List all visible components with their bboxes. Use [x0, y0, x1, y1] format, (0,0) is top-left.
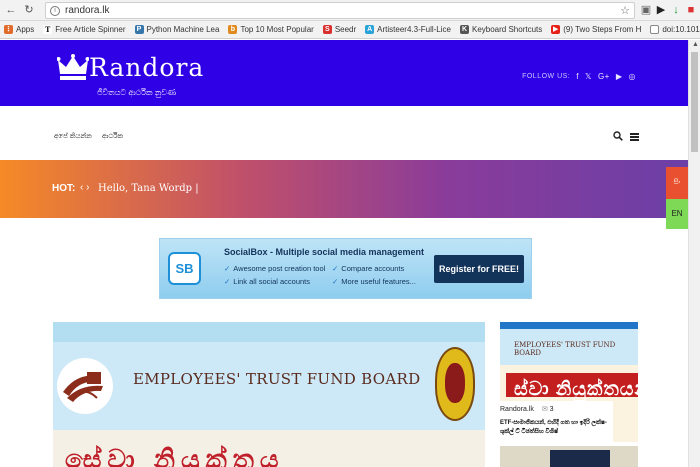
etf-board-title: EMPLOYEES' TRUST FUND BOARD [133, 370, 421, 388]
bookmark-youtube[interactable]: ▶ (9) Two Steps From H [551, 25, 641, 34]
side-red-banner: ස්වා නියුක්තයන් [506, 373, 638, 400]
page-icon: K [459, 25, 469, 34]
comment-count: 3 [549, 406, 554, 413]
language-english-button[interactable]: EN [666, 199, 688, 229]
bookmark-label: Keyboard Shortcuts [471, 25, 543, 34]
python-icon: P [134, 25, 144, 34]
featured-post-image[interactable]: EMPLOYEES' TRUST FUND BOARD සේවා නියුක්ත… [53, 322, 485, 467]
t-logo-icon: T [43, 25, 53, 34]
main-menu: අපේ කියන්න ආර්ථික [0, 106, 688, 160]
hamburger-menu-icon[interactable] [630, 133, 639, 141]
comment-icon: ✉ [541, 406, 548, 413]
menu-item-about[interactable]: අපේ කියන්න [54, 133, 92, 141]
ticker-text[interactable]: Hello, Tana Wordp | [98, 183, 199, 194]
facebook-icon[interactable]: f [576, 72, 579, 81]
bookmark-label: Artisteer4.3-Full-Lice [377, 25, 451, 34]
bookmarks-bar: ⋮ Apps T Free Article Spinner P Python Mach… [0, 21, 700, 39]
back-arrow-icon[interactable]: ← [4, 3, 18, 17]
menu-item-economy[interactable]: ආර්ථික [102, 133, 123, 141]
side-post-card[interactable]: Randora.lk ✉ 3 ETF-සාමාජිකයන්, එහිදී ගත … [500, 401, 613, 446]
bookmark-label: Apps [16, 25, 35, 34]
ad-feature: Link all social accounts [224, 277, 310, 286]
feature-board: EMPLOYEES' TRUST FUND BOARD [53, 342, 485, 430]
address-bar[interactable]: i randora.lk ☆ [45, 2, 635, 19]
url-text: randora.lk [65, 5, 110, 16]
bookmark-seedr[interactable]: S Seedr [322, 25, 357, 34]
ad-banner[interactable]: SB SocialBox - Multiple social media man… [159, 238, 532, 299]
site-header: Randora ජීවිතයට ආර්ථික නුවණ FOLLOW US: f… [0, 40, 688, 106]
post-headline[interactable]: ETF-සාමාජිකයන්, එහිදී ගත හා ඉදිරි ලක්ෂ-ශ… [500, 419, 613, 437]
side-image-text: ස්වා නියුක්තයන් [514, 379, 638, 400]
etf-logo-icon [57, 358, 113, 414]
bookmark-label: doi:10.1016/j.eswa.2 [662, 25, 700, 34]
bookmark-star-icon[interactable]: ☆ [620, 4, 630, 17]
side-board: EMPLOYEES' TRUST FUND BOARD [500, 329, 638, 365]
reload-icon[interactable]: ↻ [22, 3, 36, 17]
bookmark-label: Python Machine Lea [146, 25, 220, 34]
logo-text: Randora [89, 53, 205, 82]
side-board-title: EMPLOYEES' TRUST FUND BOARD [514, 341, 616, 357]
bookmark-label: Top 10 Most Popular [240, 25, 314, 34]
site-logo[interactable]: Randora [57, 53, 204, 82]
page-scrollbar[interactable]: ▲ [688, 40, 700, 467]
document-icon [650, 25, 660, 34]
scroll-up-icon[interactable]: ▲ [692, 41, 699, 48]
bookmark-article-spinner[interactable]: T Free Article Spinner [43, 25, 126, 34]
feature-top-band [53, 322, 485, 342]
bookmark-python[interactable]: P Python Machine Lea [134, 25, 220, 34]
bookmark-artisteer[interactable]: A Artisteer4.3-Full-Lice [365, 25, 451, 34]
feature-bottom: සේවා නියුක්තය [53, 430, 485, 467]
follow-us: FOLLOW US: f 𝕏 G+ ▶ ◎ [522, 72, 636, 81]
bookmark-label: Seedr [334, 25, 357, 34]
crown-icon [57, 53, 89, 80]
cursor-extension-icon[interactable]: ▶ [655, 3, 667, 17]
post-source[interactable]: Randora.lk [500, 406, 534, 413]
side-post[interactable]: EMPLOYEES' TRUST FUND BOARD ස්වා නියුක්ත… [500, 322, 638, 467]
language-sinhala-button[interactable]: සිං [666, 167, 688, 199]
bookmark-label: (9) Two Steps From H [563, 25, 642, 34]
post-meta: Randora.lk ✉ 3 [500, 405, 554, 413]
ad-title: SocialBox - Multiple social media manage… [224, 247, 425, 257]
extension-icon[interactable]: ▣ [640, 3, 652, 17]
scroll-thumb[interactable] [691, 52, 698, 152]
hot-news-ticker: HOT: ‹ › Hello, Tana Wordp | [0, 160, 688, 218]
search-icon[interactable] [613, 131, 623, 141]
side-bottom-block [550, 450, 610, 467]
bookmark-top10[interactable]: b Top 10 Most Popular [228, 25, 314, 34]
ad-feature: Awesome post creation tool [224, 264, 325, 273]
register-button[interactable]: Register for FREE! [434, 255, 524, 283]
hot-label: HOT: [52, 183, 76, 194]
feature-sinhala-text: සේවා නියුක්තය [65, 444, 285, 467]
side-bottom-image [500, 446, 638, 467]
bookmark-keyboard[interactable]: K Keyboard Shortcuts [459, 25, 543, 34]
bookmark-doi[interactable]: doi:10.1016/j.eswa.2 [650, 25, 700, 34]
site-tagline: ජීවිතයට ආර්ථික නුවණ [97, 88, 176, 97]
side-top-band [500, 322, 638, 329]
download-icon[interactable]: ↓ [670, 3, 682, 17]
extension-red-icon[interactable]: ■ [685, 3, 697, 17]
bookmark-apps[interactable]: ⋮ Apps [4, 25, 34, 34]
google-plus-icon[interactable]: G+ [598, 72, 610, 81]
ticker-arrows-icon[interactable]: ‹ › [80, 182, 89, 193]
follow-label: FOLLOW US: [522, 73, 571, 80]
seedr-icon: S [322, 25, 332, 34]
twitter-icon[interactable]: 𝕏 [585, 72, 592, 81]
ad-feature: Compare accounts [332, 264, 404, 273]
sri-lanka-emblem-icon [435, 347, 475, 421]
artisteer-icon: A [365, 25, 375, 34]
youtube-icon: ▶ [551, 25, 561, 34]
ad-feature: More useful features... [332, 277, 416, 286]
apps-grid-icon: ⋮ [4, 25, 13, 34]
bookmark-icon: b [228, 25, 238, 34]
youtube-icon[interactable]: ▶ [616, 72, 623, 81]
instagram-icon[interactable]: ◎ [629, 72, 636, 81]
browser-toolbar: ← ↻ i randora.lk ☆ ▣ ▶ ↓ ■ [0, 0, 700, 21]
info-icon[interactable]: i [50, 5, 60, 16]
bookmark-label: Free Article Spinner [55, 25, 126, 34]
socialbox-logo: SB [168, 252, 201, 285]
